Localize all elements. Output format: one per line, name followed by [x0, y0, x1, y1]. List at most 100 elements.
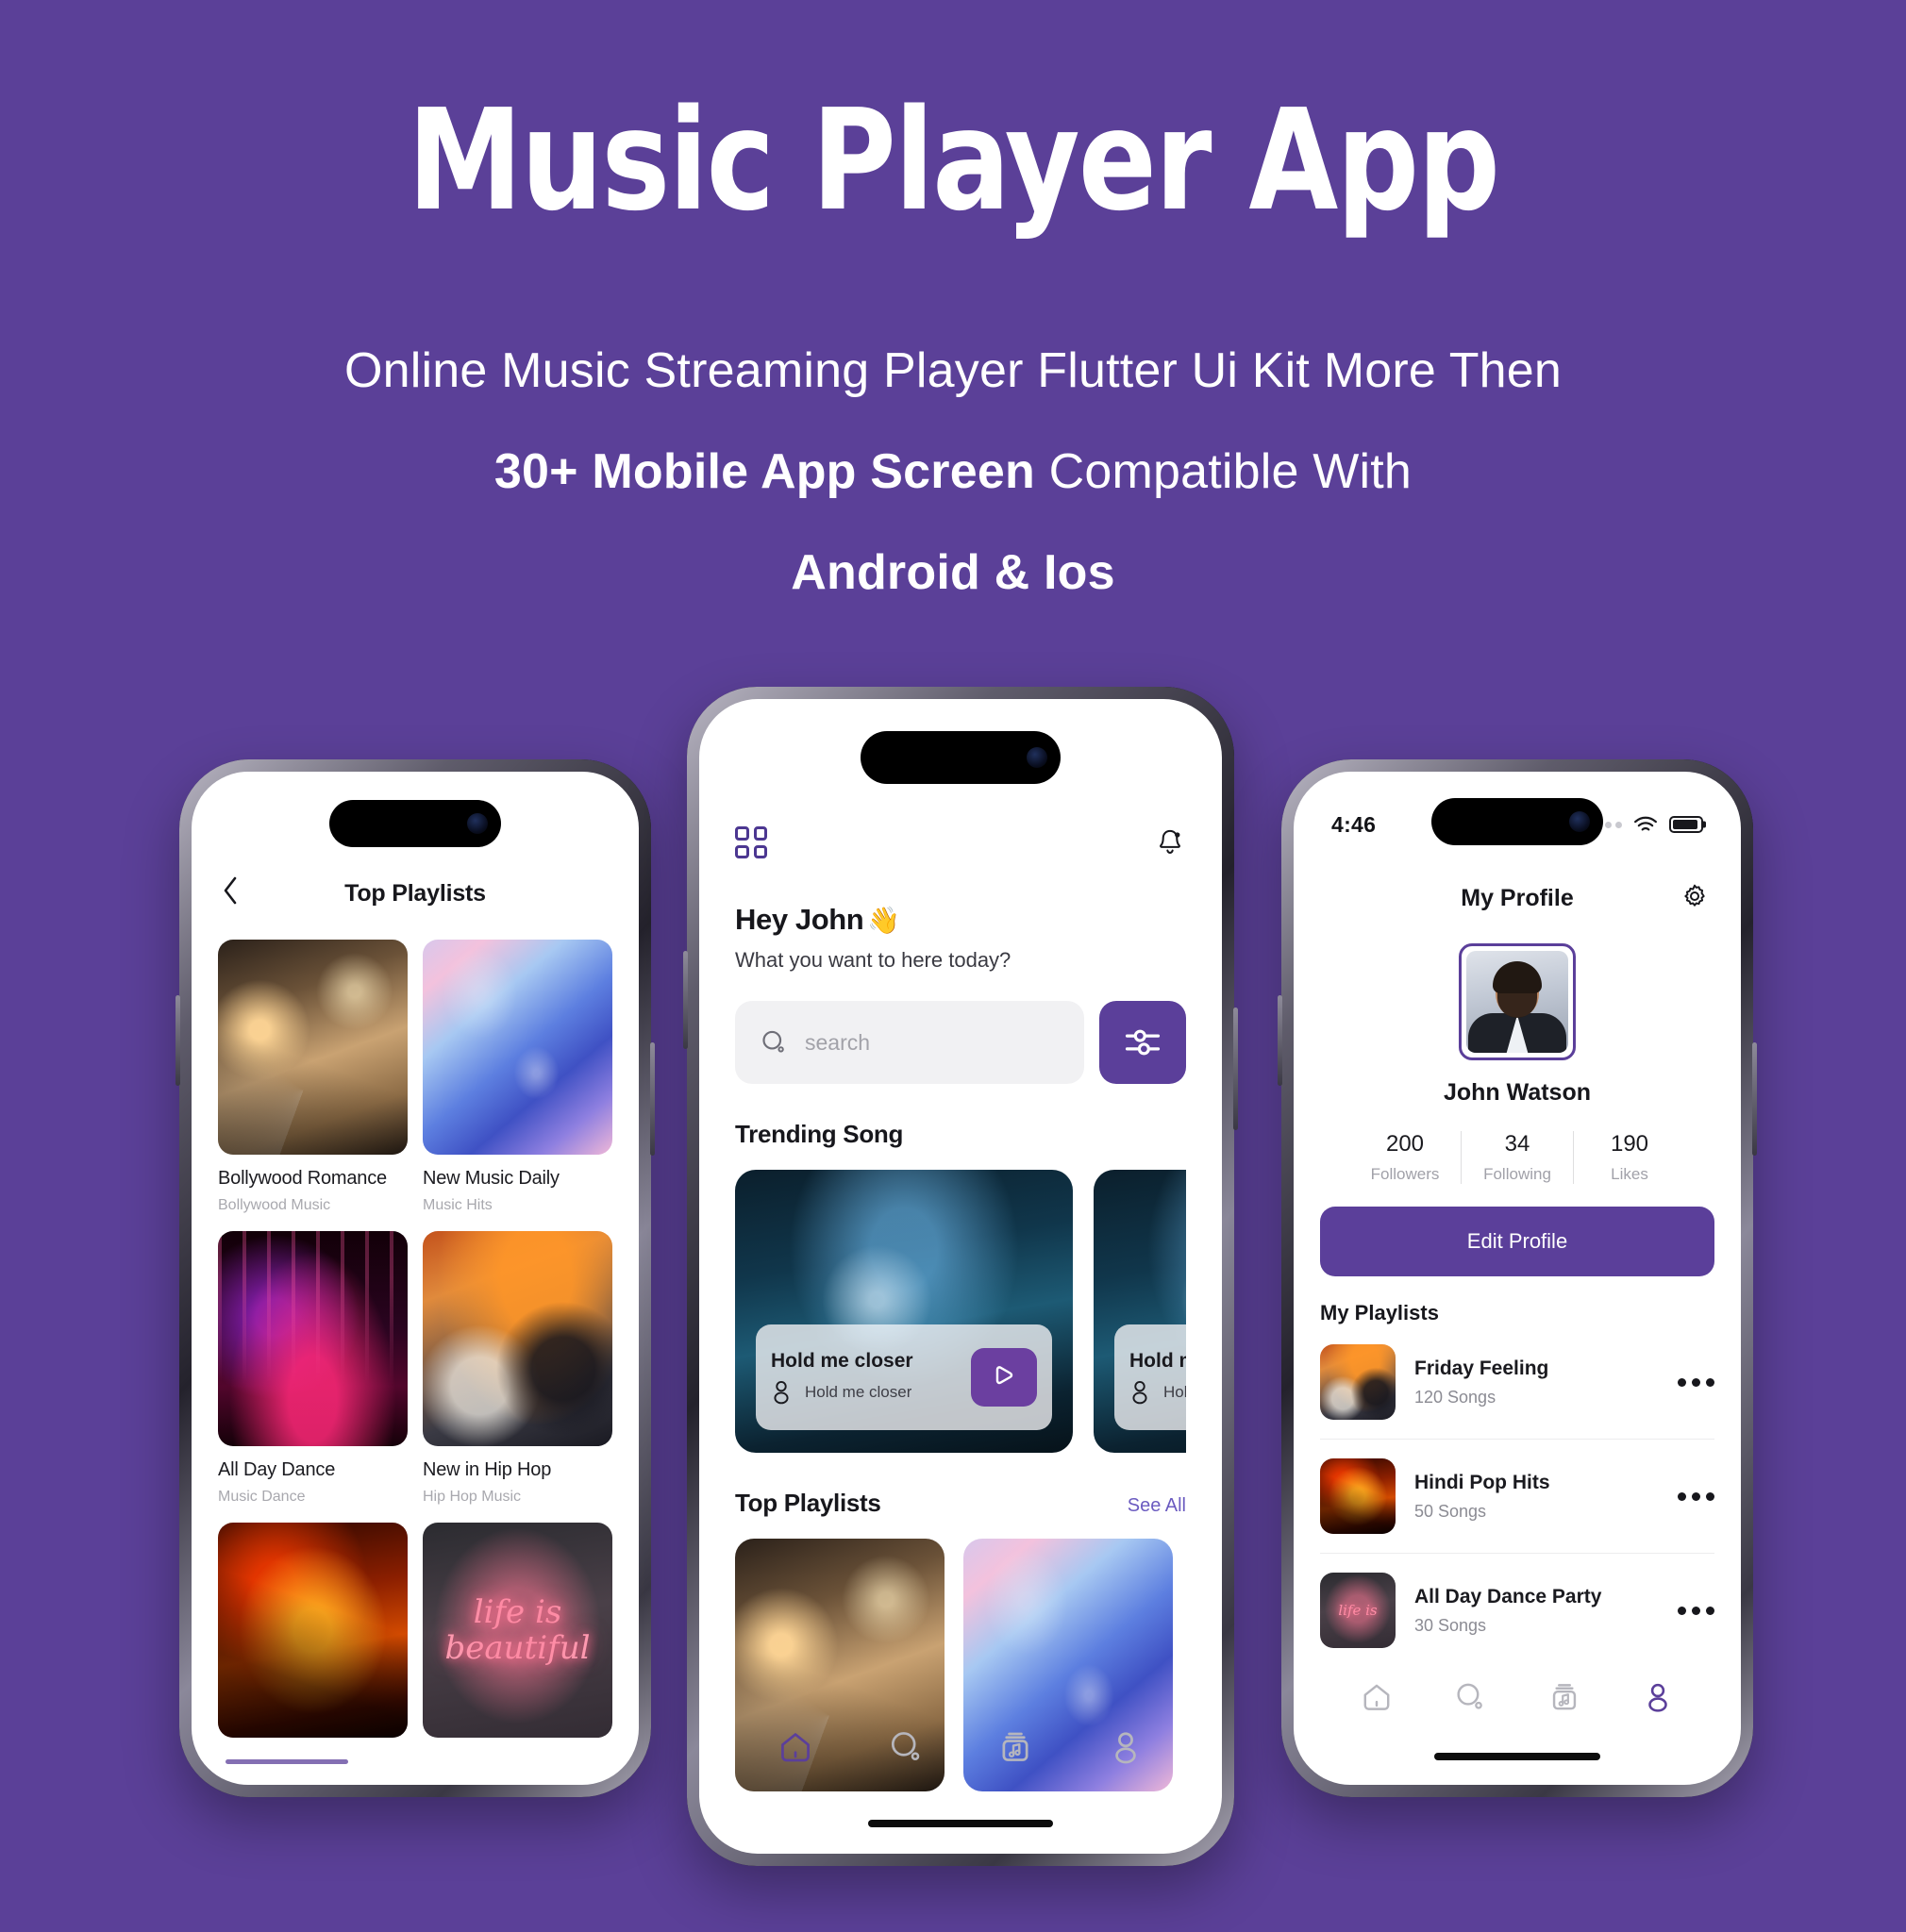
- bottom-navigation: [699, 1728, 1222, 1771]
- playlist-card[interactable]: All Day Dance Music Dance: [218, 1231, 408, 1506]
- playlist-subtitle: Bollywood Music: [218, 1197, 331, 1213]
- playlist-card[interactable]: life is beautiful: [423, 1523, 612, 1738]
- front-camera-icon: [467, 813, 488, 834]
- search-input[interactable]: search: [735, 1001, 1084, 1084]
- stat-value: 34: [1504, 1131, 1530, 1157]
- power-button-left: [650, 1042, 655, 1156]
- playlist-artwork: life is beautiful: [423, 1523, 612, 1738]
- page-title: Music Player App: [407, 79, 1500, 242]
- stat-following[interactable]: 34 Following: [1462, 1131, 1573, 1184]
- volume-buttons-left: [176, 995, 180, 1086]
- dynamic-island-left: [329, 800, 501, 847]
- power-button-mid: [1233, 1008, 1238, 1130]
- phone-mockup-right: 4:46 My Profile John Watson 200 Follower…: [1278, 759, 1757, 1797]
- neon-line-1: life is: [473, 1592, 562, 1631]
- status-time: 4:46: [1331, 811, 1377, 837]
- playlist-artwork: [1320, 1458, 1396, 1534]
- song-meta: Hold me closer: [771, 1380, 960, 1405]
- nav-item-search[interactable]: [887, 1728, 925, 1771]
- hero-section: Music Player App Online Music Streaming …: [0, 0, 1906, 610]
- dynamic-island-mid: [861, 731, 1061, 784]
- playlist-card[interactable]: Bollywood Romance Bollywood Music: [218, 940, 408, 1214]
- nav-item-profile[interactable]: [1107, 1728, 1145, 1771]
- avatar: [1466, 951, 1568, 1053]
- playlist-title: All Day Dance Party: [1414, 1585, 1602, 1607]
- song-meta: Hold me closer: [1129, 1380, 1186, 1405]
- trending-song-carousel[interactable]: Hold me closer Hold me closer Hold Hol: [735, 1170, 1186, 1453]
- screen-my-profile: 4:46 My Profile John Watson 200 Follower…: [1294, 772, 1741, 1785]
- home-icon: [1363, 1684, 1390, 1710]
- power-button-right: [1752, 1042, 1757, 1156]
- playlist-card[interactable]: New Music Daily Music Hits: [423, 940, 612, 1214]
- person-icon: [1648, 1683, 1668, 1712]
- profile-name: John Watson: [1443, 1079, 1591, 1106]
- playlist-artwork: [423, 940, 612, 1155]
- song-artist: Hold me closer: [805, 1383, 912, 1401]
- nav-item-search[interactable]: [1453, 1680, 1487, 1719]
- stat-label: Followers: [1370, 1165, 1440, 1183]
- top-playlists-section-header: Top Playlists See All: [735, 1489, 1186, 1518]
- song-texts: Hold me closer Hold me closer: [1129, 1350, 1186, 1405]
- stat-followers[interactable]: 200 Followers: [1349, 1131, 1461, 1184]
- nav-item-library[interactable]: [1547, 1680, 1581, 1719]
- greeting-subtitle: What you want to here today?: [735, 948, 1012, 972]
- person-icon: [1114, 1732, 1136, 1764]
- nav-item-home[interactable]: [1360, 1680, 1394, 1719]
- play-icon: [995, 1366, 1013, 1385]
- front-camera-icon: [1027, 747, 1047, 768]
- hero-subtitle-block: Online Music Streaming Player Flutter Ui…: [0, 334, 1906, 610]
- nav-item-library[interactable]: [996, 1728, 1034, 1771]
- trending-section-header: Trending Song: [735, 1120, 1186, 1149]
- hero-line-1: Online Music Streaming Player Flutter Ui…: [343, 343, 1563, 398]
- playlist-card[interactable]: New in Hip Hop Hip Hop Music: [423, 1231, 612, 1506]
- screen-top-playlists: Top Playlists Bollywood Romance Bollywoo…: [192, 772, 639, 1785]
- phone-mockup-left: Top Playlists Bollywood Romance Bollywoo…: [176, 759, 655, 1797]
- more-options-icon[interactable]: [1678, 1491, 1714, 1501]
- playlist-name: New in Hip Hop: [423, 1459, 552, 1480]
- grid-menu-icon[interactable]: [735, 826, 767, 858]
- filter-button[interactable]: [1099, 1001, 1186, 1084]
- search-row: search: [735, 1001, 1186, 1084]
- playlist-name: All Day Dance: [218, 1459, 336, 1480]
- playlist-card[interactable]: [218, 1523, 408, 1738]
- playlist-artwork: life is: [1320, 1573, 1396, 1648]
- more-options-icon[interactable]: [1678, 1606, 1714, 1615]
- stat-label: Following: [1483, 1165, 1551, 1183]
- neon-line-2: beautiful: [444, 1629, 591, 1667]
- play-button[interactable]: [971, 1348, 1037, 1407]
- nav-item-profile[interactable]: [1641, 1680, 1675, 1719]
- my-playlists-list: Friday Feeling 120 Songs Hindi Pop Hits …: [1320, 1325, 1714, 1667]
- trending-song-card[interactable]: Hold me closer Hold me closer: [735, 1170, 1073, 1453]
- nav-item-home[interactable]: [777, 1728, 814, 1771]
- stat-likes[interactable]: 190 Likes: [1574, 1131, 1685, 1184]
- bottom-navigation: [1294, 1680, 1741, 1719]
- home-top-bar: [735, 820, 1186, 865]
- song-info-panel: Hold me closer Hold me closer: [1114, 1324, 1186, 1430]
- song-info-panel: Hold me closer Hold me closer: [756, 1324, 1052, 1430]
- neon-line-1: life is: [1338, 1601, 1378, 1619]
- scroll-indicator[interactable]: [226, 1759, 348, 1764]
- playlist-texts: All Day Dance Party 30 Songs: [1414, 1586, 1659, 1636]
- see-all-link[interactable]: See All: [1128, 1495, 1186, 1517]
- list-item[interactable]: life is All Day Dance Party 30 Songs: [1320, 1554, 1714, 1667]
- playlist-artwork: [218, 1231, 408, 1446]
- list-item[interactable]: Hindi Pop Hits 50 Songs: [1320, 1440, 1714, 1554]
- trending-song-card[interactable]: Hold me closer Hold me closer: [1094, 1170, 1186, 1453]
- settings-button[interactable]: [1680, 882, 1709, 915]
- neon-sign-text: life is: [1320, 1573, 1396, 1648]
- edit-profile-button[interactable]: Edit Profile: [1320, 1207, 1714, 1276]
- top-playlists-title: Top Playlists: [735, 1489, 881, 1517]
- front-camera-icon: [1569, 811, 1590, 832]
- playlist-grid: Bollywood Romance Bollywood Music New Mu…: [192, 923, 639, 1738]
- list-item[interactable]: Friday Feeling 120 Songs: [1320, 1325, 1714, 1440]
- greeting-text: Hey John: [735, 903, 864, 936]
- music-library-icon: [1002, 1732, 1028, 1761]
- profile-stats: 200 Followers 34 Following 190 Likes: [1294, 1131, 1741, 1184]
- playlist-artwork: [1320, 1344, 1396, 1420]
- notification-bell-icon[interactable]: [1154, 826, 1186, 858]
- music-library-icon: [1552, 1684, 1576, 1710]
- avatar-frame[interactable]: [1459, 943, 1576, 1060]
- more-options-icon[interactable]: [1678, 1377, 1714, 1387]
- playlist-texts: Hindi Pop Hits 50 Songs: [1414, 1472, 1659, 1522]
- playlist-subtitle: Hip Hop Music: [423, 1489, 522, 1505]
